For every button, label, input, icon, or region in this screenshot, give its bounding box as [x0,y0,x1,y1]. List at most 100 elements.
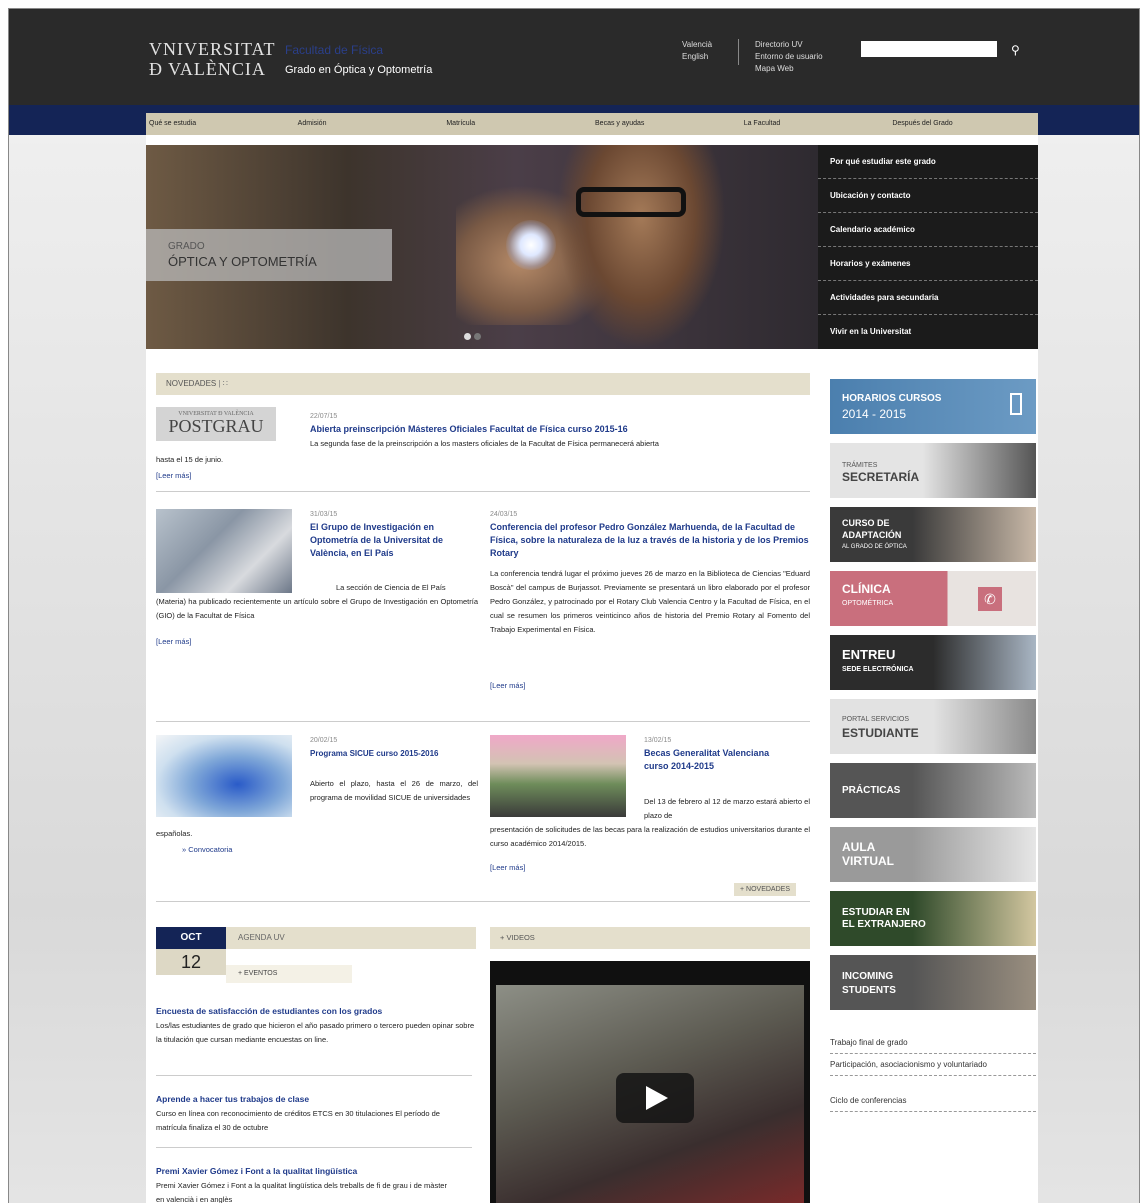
browser-frame: VNIVERSITAT Ð VALÈNCIA Facultad de Físic… [8,8,1140,1203]
faculty-name[interactable]: Facultad de Física [285,43,383,57]
sidebar-link[interactable]: Participación, asociacionismo y voluntar… [830,1055,1036,1076]
divider [156,491,810,492]
news-title[interactable]: El Grupo de Investigación en Optometría … [310,521,470,560]
sidebar-link[interactable]: Trabajo final de grado [830,1033,1036,1054]
hero-light [506,220,556,270]
news-date: 13/02/15 [644,737,672,744]
news-title[interactable]: Abierta preinscripción Másteres Oficiale… [310,423,810,436]
read-more-link[interactable]: [Leer más] [156,471,191,480]
hero-menu-item[interactable]: Actividades para secundaria [818,281,1038,315]
banner-estudiar-extranjero[interactable]: ESTUDIAR EN EL EXTRANJERO [830,891,1036,946]
search-icon[interactable]: ⚲ [1011,43,1020,57]
hero-menu-item[interactable]: Vivir en la Universitat [818,315,1038,349]
lang-valencia[interactable]: Valencià [682,39,712,51]
banner-horarios[interactable]: HORARIOS CURSOS 2014 - 2015 [830,379,1036,434]
lang-english[interactable]: English [682,51,708,63]
sidebar-link[interactable]: Ciclo de conferencias [830,1091,1036,1112]
banner-subtitle: STUDENTS [842,985,896,996]
uv-logo-line2[interactable]: Ð VALÈNCIA [149,59,266,80]
news-text: La segunda fase de la preinscripción a l… [310,439,659,448]
news-date: 22/07/15 [310,413,338,420]
news-photo-researchers[interactable] [156,509,292,593]
news-text: hasta el 15 de junio. [156,455,224,464]
hero-menu-item[interactable]: Ubicación y contacto [818,179,1038,213]
news-title[interactable]: Becas Generalitat Valenciana curso 2014-… [644,747,794,773]
agenda-item-title[interactable]: Premi Xavier Gómez i Font a la qualitat … [156,1165,476,1178]
site-header: VNIVERSITAT Ð VALÈNCIA Facultad de Físic… [9,9,1139,105]
nav-item-que-se-estudia[interactable]: Qué se estudia [146,113,295,135]
nav-item-la-facultad[interactable]: La Facultad [741,113,890,135]
agenda-day: 12 [156,949,226,975]
read-more-link[interactable]: [Leer más] [490,863,525,872]
hero-menu-item[interactable]: Por qué estudiar este grado [818,145,1038,179]
slider-dot[interactable] [464,333,471,340]
nav-item-becas[interactable]: Becas y ayudas [592,113,741,135]
banner-incoming-students[interactable]: INCOMING STUDENTS [830,955,1036,1010]
news-photo-map[interactable] [156,735,292,817]
page-content: GRADO ÓPTICA Y OPTOMETRÍA Por qué estudi… [146,135,1038,1203]
main-nav: Qué se estudia Admisión Matrícula Becas … [146,113,1038,135]
convocatoria-link[interactable]: » Convocatoria [182,845,232,854]
events-link[interactable]: + EVENTOS [226,965,352,983]
hero-menu: Por qué estudiar este grado Ubicación y … [818,145,1038,349]
videos-header[interactable]: + VIDEOS [490,927,810,949]
news-title[interactable]: Programa SICUE curso 2015-2016 [310,747,470,760]
hero-menu-item[interactable]: Calendario académico [818,213,1038,247]
hero-menu-item[interactable]: Horarios y exámenes [818,247,1038,281]
search-input[interactable] [861,41,997,57]
banner-aula-virtual[interactable]: AULA VIRTUAL [830,827,1036,882]
news-date: 20/02/15 [310,737,338,744]
phone-icon: ✆ [978,587,1002,611]
rss-icon[interactable]: | ∷ [218,379,227,388]
postgrau-logo[interactable]: VNIVERSITAT Ð VALÈNCIA POSTGRAU [156,407,276,441]
banner-title: ENTREU [842,647,896,662]
degree-name[interactable]: Grado en Óptica y Optometría [285,64,432,76]
banner-title: CURSO DE ADAPTACIÓN [842,518,902,540]
nav-item-admision[interactable]: Admisión [295,113,444,135]
banner-curso-adaptacion[interactable]: CURSO DE ADAPTACIÓN AL GRADO DE ÓPTICA [830,507,1036,562]
banner-subtitle: VIRTUAL [842,854,894,868]
banner-practicas[interactable]: PRÁCTICAS [830,763,1036,818]
banner-subtitle: 2014 - 2015 [842,407,907,421]
banner-subtitle: OPTOMÉTRICA [842,600,894,607]
news-text: presentación de solicitudes de las becas… [490,825,810,848]
play-icon[interactable] [616,1073,694,1123]
slider-dot[interactable] [474,333,481,340]
news-text: Del 13 de febrero al 12 de marzo estará … [644,797,810,820]
video-player[interactable] [490,961,810,1203]
banner-entreu[interactable]: ENTREU SEDE ELECTRÓNICA [830,635,1036,690]
link-entorno[interactable]: Entorno de usuario [755,51,823,63]
read-more-link[interactable]: [Leer más] [490,681,525,690]
news-text: La sección de Ciencia de El País [336,583,446,592]
hero-slider[interactable]: GRADO ÓPTICA Y OPTOMETRÍA [146,145,818,349]
link-mapa-web[interactable]: Mapa Web [755,63,794,75]
banner-title: HORARIOS CURSOS [842,393,942,404]
news-date: 24/03/15 [490,511,518,518]
nav-item-despues-grado[interactable]: Después del Grado [889,113,1038,135]
agenda-header[interactable]: AGENDA UV [226,927,476,949]
nav-item-matricula[interactable]: Matrícula [443,113,592,135]
banner-subtitle: AL GRADO DE ÓPTICA [842,544,907,550]
news-header-label: NOVEDADES [166,379,217,388]
banner-portal-servicios[interactable]: PORTAL SERVICIOS ESTUDIANTE [830,699,1036,754]
news-text: La conferencia tendrá lugar el próximo j… [490,569,810,634]
news-title[interactable]: Conferencia del profesor Pedro González … [490,521,810,560]
banner-subtitle: EL EXTRANJERO [842,919,926,930]
agenda-month: OCT [156,927,226,949]
uv-logo-line1[interactable]: VNIVERSITAT [149,39,276,60]
banner-title: PORTAL SERVICIOS [842,716,910,723]
banner-clinica[interactable]: CLÍNICA OPTOMÉTRICA ✆ [830,571,1036,626]
header-divider [738,39,739,65]
banner-title: PRÁCTICAS [842,785,901,796]
read-more-link[interactable]: [Leer más] [156,637,191,646]
divider [156,901,810,902]
divider [156,1147,472,1148]
banner-title: INCOMING [842,971,894,982]
news-photo-students[interactable] [490,735,626,817]
banner-tramites[interactable]: TRÁMITES SECRETARÍA [830,443,1036,498]
agenda-item-text: Los/las estudiantes de grado que hiciero… [156,1021,475,1044]
link-directorio[interactable]: Directorio UV [755,39,803,51]
agenda-item-title[interactable]: Encuesta de satisfacción de estudiantes … [156,1005,476,1018]
more-news-link[interactable]: + NOVEDADES [734,883,796,896]
agenda-item-title[interactable]: Aprende a hacer tus trabajos de clase [156,1093,476,1106]
